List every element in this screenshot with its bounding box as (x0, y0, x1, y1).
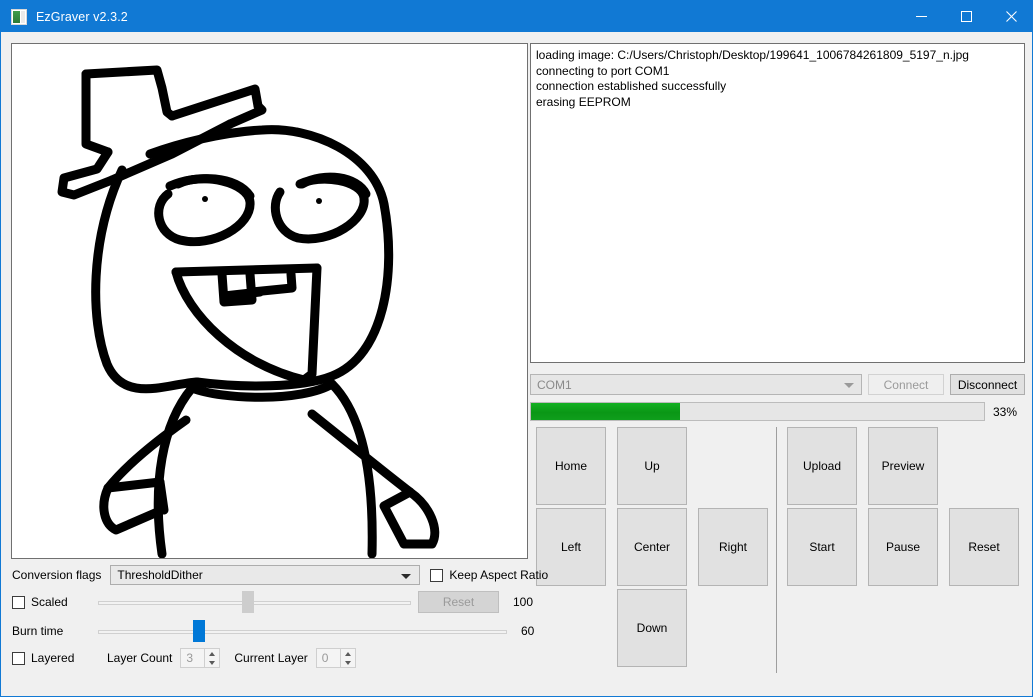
current-layer-label: Current Layer (234, 651, 308, 665)
burn-time-label: Burn time (12, 624, 64, 638)
scaled-checkbox[interactable]: Scaled (12, 595, 92, 609)
slider-handle[interactable] (193, 620, 206, 642)
progress-row: 33% (530, 402, 1025, 421)
window-controls (899, 1, 1032, 32)
log-line: erasing EEPROM (536, 94, 631, 109)
scale-slider[interactable] (98, 591, 411, 613)
conversion-flags-select[interactable]: ThresholdDither (110, 565, 421, 585)
layer-count-stepper[interactable]: 3 (180, 648, 221, 668)
keep-aspect-ratio-label: Keep Aspect Ratio (449, 568, 549, 582)
upload-button[interactable]: Upload (787, 427, 857, 505)
log-line: loading image: C:/Users/Christoph/Deskto… (536, 48, 969, 62)
chevron-down-icon (401, 574, 412, 579)
conversion-flags-row: Conversion flags ThresholdDither Keep As… (12, 565, 1024, 585)
checkbox-box (430, 568, 444, 582)
home-button[interactable]: Home (536, 427, 606, 505)
progress-bar (530, 402, 985, 421)
log-output[interactable]: loading image: C:/Users/Christoph/Deskto… (530, 43, 1025, 363)
checkbox-box (12, 651, 25, 665)
up-button[interactable]: Up (617, 427, 687, 505)
image-preview-panel[interactable] (11, 43, 528, 559)
preview-drawing (57, 65, 440, 558)
stepper-down-icon[interactable] (344, 660, 351, 665)
layered-checkbox[interactable]: Layered (12, 651, 98, 665)
disconnect-button[interactable]: Disconnect (950, 374, 1025, 395)
conversion-flags-label: Conversion flags (12, 568, 102, 582)
burn-time-value: 60 (521, 624, 535, 638)
port-select[interactable]: COM1 (530, 374, 862, 395)
minimize-icon[interactable] (899, 1, 944, 32)
stepper-up-icon[interactable] (209, 651, 216, 656)
log-line: connection established successfully (536, 79, 727, 93)
scaled-label: Scaled (31, 595, 68, 609)
stepper-down-icon[interactable] (209, 660, 216, 665)
progress-percent-label: 33% (993, 404, 1018, 419)
connect-button[interactable]: Connect (868, 374, 944, 395)
stepper-arrows[interactable] (204, 648, 221, 668)
scaled-row: Scaled Reset 100 (12, 591, 1024, 613)
current-layer-value: 0 (315, 648, 340, 668)
slider-handle[interactable] (242, 591, 255, 613)
title-bar: EzGraver v2.3.2 (1, 1, 1032, 32)
app-window: EzGraver v2.3.2 loading image: C:/Users/… (0, 0, 1033, 697)
scaled-value: 100 (513, 595, 534, 609)
port-select-value: COM1 (537, 377, 572, 392)
window-title: EzGraver v2.3.2 (36, 9, 128, 24)
keep-aspect-ratio-checkbox[interactable]: Keep Aspect Ratio (430, 568, 548, 582)
log-line: connecting to port COM1 (536, 63, 670, 78)
current-layer-stepper[interactable]: 0 (315, 648, 356, 668)
stepper-up-icon[interactable] (344, 651, 351, 656)
scale-reset-button[interactable]: Reset (418, 591, 499, 613)
slider-track (98, 630, 507, 634)
checkbox-box (12, 595, 25, 609)
close-icon[interactable] (989, 1, 1032, 32)
progress-bar-fill (531, 403, 681, 420)
port-row: COM1 Connect Disconnect (530, 374, 1025, 395)
maximize-icon[interactable] (944, 1, 989, 32)
layer-count-label: Layer Count (107, 651, 173, 665)
layered-row: Layered Layer Count 3 Current Layer 0 (12, 647, 1024, 669)
preview-button[interactable]: Preview (868, 427, 938, 505)
burn-time-slider[interactable] (98, 620, 507, 642)
burn-time-row: Burn time 60 (12, 620, 1024, 642)
stepper-arrows[interactable] (339, 648, 356, 668)
slider-track (98, 601, 411, 605)
app-icon (11, 8, 27, 25)
conversion-flags-value: ThresholdDither (117, 568, 203, 582)
layer-count-value: 3 (180, 648, 205, 668)
chevron-down-icon (844, 383, 854, 388)
layered-label: Layered (31, 651, 75, 665)
